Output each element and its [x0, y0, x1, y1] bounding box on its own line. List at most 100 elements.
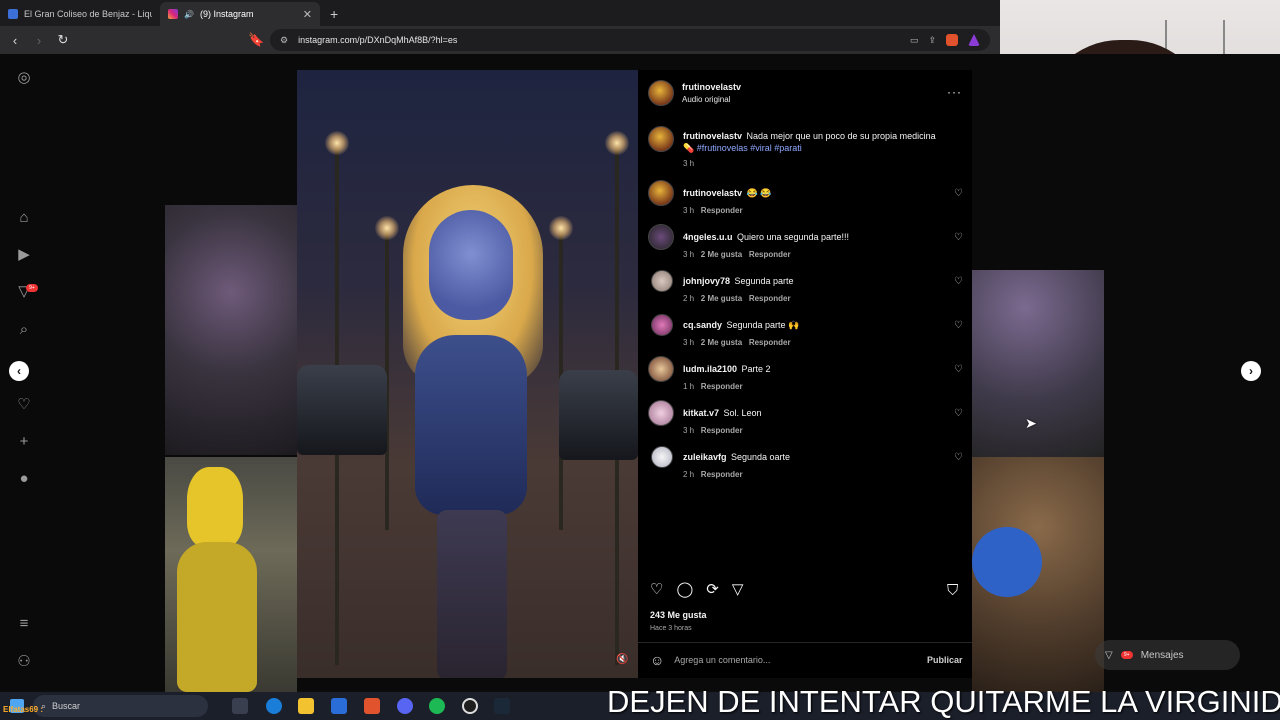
obs-icon[interactable]: [462, 698, 478, 714]
like-comment-icon[interactable]: ♡: [954, 320, 963, 331]
plus-icon[interactable]: +: [16, 434, 32, 450]
thumbnail-figure: [187, 467, 243, 547]
avatar[interactable]: [648, 400, 674, 426]
heart-icon[interactable]: ♡: [16, 397, 32, 413]
edge-icon[interactable]: [266, 698, 282, 714]
reply-button[interactable]: Responder: [749, 338, 791, 347]
comment-icon[interactable]: ◯: [676, 580, 693, 598]
spotify-icon[interactable]: [429, 698, 445, 714]
task-view-icon[interactable]: [232, 698, 248, 714]
comment-user[interactable]: johnjovy78: [683, 276, 730, 286]
comment-user[interactable]: ludm.ila2100: [683, 364, 737, 374]
comment-text: Segunda oarte: [730, 452, 791, 462]
bookmark-page-icon[interactable]: 🔖: [248, 32, 264, 48]
url-field[interactable]: ⚙ instagram.com/p/DXnDqMhAf8B/?hl=es ▭ ⇪: [270, 29, 990, 51]
comment-user[interactable]: zuleikavfg: [683, 452, 727, 462]
publish-button[interactable]: Publicar: [927, 655, 963, 665]
comment-text: Sol. Leon: [723, 408, 762, 418]
like-icon[interactable]: ♡: [650, 580, 663, 598]
previous-post-button[interactable]: ‹: [9, 361, 29, 381]
thumbnail-figure: [972, 527, 1042, 597]
audio-icon[interactable]: 🔊: [184, 10, 194, 19]
comment-user[interactable]: 4ngeles.u.u: [683, 232, 733, 242]
close-tab-icon[interactable]: ✕: [303, 8, 312, 21]
mute-icon[interactable]: 🔇: [616, 654, 628, 665]
brave-icon[interactable]: [364, 698, 380, 714]
reply-button[interactable]: Responder: [701, 426, 743, 435]
taskbar-search[interactable]: ⌕ Buscar: [33, 695, 208, 717]
comment-user[interactable]: kitkat.v7: [683, 408, 719, 418]
feed-thumbnail[interactable]: [972, 270, 1104, 457]
audio-label[interactable]: Audio original: [682, 95, 741, 104]
profile-icon[interactable]: ●: [16, 471, 32, 487]
site-info-icon[interactable]: ⚙: [280, 35, 288, 46]
brave-shield-icon[interactable]: [946, 34, 958, 46]
avatar[interactable]: [648, 80, 674, 106]
store-icon[interactable]: [331, 698, 347, 714]
menu-icon[interactable]: ≡: [16, 616, 32, 632]
reply-button[interactable]: Responder: [701, 382, 743, 391]
next-post-button[interactable]: ›: [1241, 361, 1261, 381]
repost-icon[interactable]: ⟳: [706, 580, 719, 598]
url-text: instagram.com/p/DXnDqMhAf8B/?hl=es: [298, 35, 458, 45]
file-explorer-icon[interactable]: [298, 698, 314, 714]
home-icon[interactable]: ⌂: [16, 210, 32, 226]
comment-input[interactable]: Agrega un comentario...: [674, 655, 770, 665]
avatar[interactable]: [648, 126, 674, 152]
avatar[interactable]: [651, 270, 673, 292]
tab-instagram[interactable]: 🔊 (9) Instagram ✕: [160, 2, 320, 26]
avatar[interactable]: [648, 224, 674, 250]
feed-thumbnail[interactable]: [165, 205, 297, 455]
steam-icon[interactable]: [494, 698, 510, 714]
caption-user[interactable]: frutinovelastv: [683, 131, 742, 141]
brave-rewards-icon[interactable]: [968, 34, 980, 46]
caption-text: Nada mejor que un poco de su propia medi…: [746, 131, 936, 141]
messages-button[interactable]: ▽ 9+ Mensajes: [1095, 640, 1240, 670]
like-comment-icon[interactable]: ♡: [954, 408, 963, 419]
reply-button[interactable]: Responder: [701, 470, 743, 479]
comment-likes[interactable]: 2 Me gusta: [701, 250, 742, 259]
likes-count[interactable]: 243 Me gusta: [650, 610, 707, 620]
like-comment-icon[interactable]: ♡: [954, 188, 963, 199]
avatar[interactable]: [651, 314, 673, 336]
reels-icon[interactable]: ▶: [16, 247, 32, 263]
discord-icon[interactable]: [397, 698, 413, 714]
like-comment-icon[interactable]: ♡: [954, 276, 963, 287]
browser-tab-bar: El Gran Coliseo de Benjaz - Liquipedia 🔊…: [0, 0, 1000, 26]
cast-icon[interactable]: ▭: [910, 35, 919, 46]
forward-button[interactable]: ›: [32, 33, 46, 48]
comment-likes[interactable]: 2 Me gusta: [701, 338, 742, 347]
caption-hashtags[interactable]: 💊 #frutinovelas #viral #parati: [683, 142, 953, 154]
feed-thumbnail[interactable]: [165, 457, 297, 692]
save-icon[interactable]: ⛉: [947, 582, 958, 599]
feed-thumbnail[interactable]: [972, 457, 1104, 692]
avatar[interactable]: [648, 356, 674, 382]
share-icon[interactable]: ⇪: [928, 35, 936, 46]
threads-icon[interactable]: ⚇: [16, 654, 32, 670]
tab-title: El Gran Coliseo de Benjaz - Liquipedia: [24, 9, 152, 19]
like-comment-icon[interactable]: ♡: [954, 452, 963, 463]
like-comment-icon[interactable]: ♡: [954, 364, 963, 375]
comment-user[interactable]: cq.sandy: [683, 320, 722, 330]
comment-likes[interactable]: 2 Me gusta: [701, 294, 742, 303]
share-icon[interactable]: ▽: [732, 580, 744, 598]
like-comment-icon[interactable]: ♡: [954, 232, 963, 243]
taskbar-search-input[interactable]: Buscar: [52, 701, 80, 711]
instagram-icon[interactable]: ◎: [16, 70, 32, 86]
post-video[interactable]: 🔇: [297, 70, 638, 678]
tab-liquipedia[interactable]: El Gran Coliseo de Benjaz - Liquipedia: [0, 2, 160, 26]
reply-button[interactable]: Responder: [749, 250, 791, 259]
reload-button[interactable]: ↻: [56, 32, 70, 48]
back-button[interactable]: ‹: [8, 33, 22, 48]
avatar[interactable]: [648, 180, 674, 206]
search-icon[interactable]: ⌕: [16, 322, 32, 338]
comment-user[interactable]: frutinovelastv: [683, 188, 742, 198]
more-options-icon[interactable]: ···: [947, 85, 962, 99]
new-tab-button[interactable]: +: [320, 6, 348, 26]
reply-button[interactable]: Responder: [749, 294, 791, 303]
avatar[interactable]: [651, 446, 673, 468]
reply-button[interactable]: Responder: [701, 206, 743, 215]
comment-text: Segunda parte 🙌: [726, 320, 800, 330]
emoji-icon[interactable]: ☺: [650, 652, 664, 668]
post-author[interactable]: frutinovelastv: [682, 82, 741, 92]
